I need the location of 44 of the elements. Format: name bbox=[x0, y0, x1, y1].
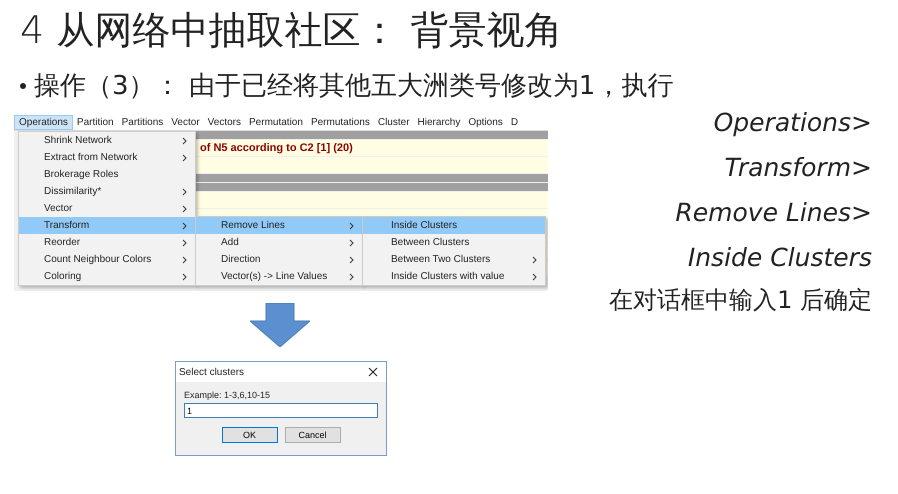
menu-item[interactable]: Inside Clusters bbox=[363, 217, 545, 234]
menu-item[interactable]: Remove Lines bbox=[196, 217, 362, 234]
down-arrow-icon bbox=[250, 303, 310, 347]
menu-item[interactable]: Coloring bbox=[19, 268, 195, 285]
menu-bar-item[interactable]: D bbox=[506, 116, 522, 128]
instruction-text: 在对话框中输入1 后确定 bbox=[609, 285, 872, 316]
menu-item[interactable]: Transform bbox=[19, 217, 195, 234]
slide-title: 4 从网络中抽取社区： 背景视角 bbox=[20, 7, 564, 54]
dialog-button[interactable]: OK bbox=[222, 427, 278, 443]
menu-item[interactable]: Extract from Network bbox=[19, 149, 195, 166]
menu-item[interactable]: Vector bbox=[19, 200, 195, 217]
menu-item[interactable]: Inside Clusters with value bbox=[363, 268, 545, 285]
menu-bar-item[interactable]: Permutation bbox=[245, 116, 307, 128]
menu-item[interactable]: Between Two Clusters bbox=[363, 251, 545, 268]
menu-item[interactable]: Reorder bbox=[19, 234, 195, 251]
menu-item[interactable]: Direction bbox=[196, 251, 362, 268]
menu-item[interactable]: Brokerage Roles bbox=[19, 166, 195, 183]
bullet-text: 操作（3）： 由于已经将其他五大洲类号修改为1，执行 bbox=[34, 70, 674, 102]
menu-bar-item[interactable]: Vector bbox=[167, 116, 204, 128]
menu-item[interactable]: Vector(s) -> Line Values bbox=[196, 268, 362, 285]
menu-bar-item[interactable]: Partition bbox=[72, 116, 118, 128]
bullet-icon bbox=[20, 83, 26, 89]
menu-bar-item[interactable]: Options bbox=[464, 116, 507, 128]
dialog-title: Select clusters bbox=[179, 366, 244, 378]
menu-item[interactable]: Dissimilarity* bbox=[19, 183, 195, 200]
close-icon[interactable] bbox=[368, 367, 378, 377]
dialog-button[interactable]: Cancel bbox=[284, 427, 340, 443]
menu-bar-item[interactable]: Hierarchy bbox=[414, 116, 464, 128]
menu-path-step: Inside Clusters bbox=[688, 235, 872, 280]
dialog-hint: Example: 1-3,6,10-15 bbox=[184, 390, 272, 400]
window-row-text: of N5 according to C2 [1] (20) bbox=[200, 142, 353, 154]
menu-bar-item[interactable]: Partitions bbox=[118, 116, 168, 128]
menu-bar-item[interactable]: Vectors bbox=[204, 116, 246, 128]
clusters-input[interactable]: 1 bbox=[184, 403, 378, 418]
menu-item[interactable]: Count Neighbour Colors bbox=[19, 251, 195, 268]
menu-bar-item[interactable]: Operations bbox=[14, 114, 73, 130]
menu-path-step: Operations> bbox=[714, 100, 872, 145]
menu-item[interactable]: Between Clusters bbox=[363, 234, 545, 251]
menu-path-step: Remove Lines> bbox=[675, 190, 872, 235]
menu-bar-item[interactable]: Permutations bbox=[306, 116, 374, 128]
menu-bar-item[interactable]: Cluster bbox=[374, 116, 414, 128]
menu-path-step: Transform> bbox=[724, 145, 872, 190]
menu-item[interactable]: Add bbox=[196, 234, 362, 251]
menu-item[interactable]: Shrink Network bbox=[19, 132, 195, 149]
